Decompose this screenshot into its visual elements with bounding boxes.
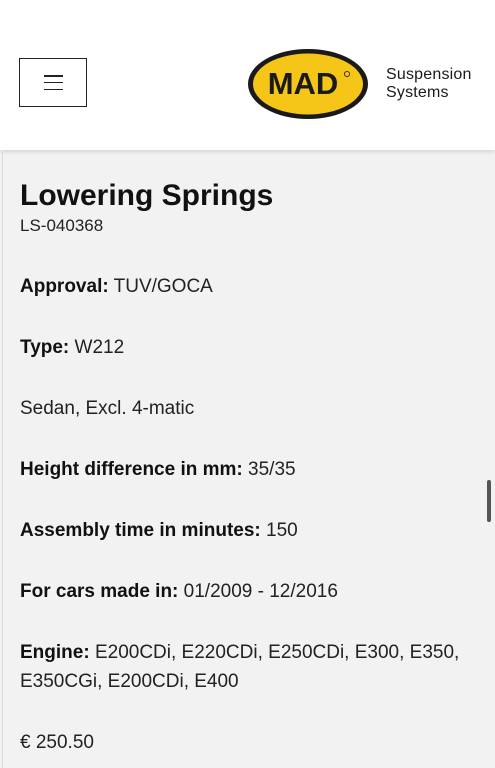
years-label: For cars made in:: [20, 581, 179, 602]
height-value: 35/35: [248, 459, 296, 480]
hamburger-icon: [43, 75, 63, 90]
product-price: € 250.50: [20, 732, 94, 753]
brand-line-1: Suspension: [386, 66, 472, 83]
years-value: 01/2009 - 12/2016: [183, 581, 338, 602]
type-row: Type: W212: [20, 333, 460, 362]
logo-mark-text: MAD: [268, 66, 339, 101]
years-row: For cars made in: 01/2009 - 12/2016: [20, 577, 460, 606]
product-sku: LS-040368: [20, 216, 104, 235]
engine-row: Engine: E200CDi, E220CDi, E250CDi, E300,…: [20, 638, 460, 696]
assembly-value: 150: [266, 520, 298, 541]
height-row: Height difference in mm: 35/35: [20, 455, 460, 484]
approval-value: TUV/GOCA: [113, 276, 213, 297]
assembly-row: Assembly time in minutes: 150: [20, 516, 460, 545]
brand-line-2: Systems: [386, 84, 449, 101]
scrollbar-thumb[interactable]: [487, 480, 491, 522]
type-label: Type:: [20, 337, 70, 358]
site-header: MAD Suspension Systems: [0, 0, 495, 150]
approval-row: Approval: TUV/GOCA: [20, 272, 460, 301]
engine-label: Engine:: [20, 642, 90, 663]
mad-logo[interactable]: MAD: [246, 47, 370, 121]
brand-name: Suspension Systems: [386, 66, 472, 102]
content-divider: [2, 152, 3, 768]
approval-label: Approval:: [20, 276, 109, 297]
menu-button[interactable]: [19, 58, 87, 107]
product-title: Lowering Springs: [20, 179, 274, 212]
mad-logo-mark: MAD: [248, 49, 368, 119]
assembly-label: Assembly time in minutes:: [20, 520, 261, 541]
height-label: Height difference in mm:: [20, 459, 243, 480]
type-value: W212: [74, 337, 125, 358]
body-variant: Sedan, Excl. 4-matic: [20, 398, 195, 419]
